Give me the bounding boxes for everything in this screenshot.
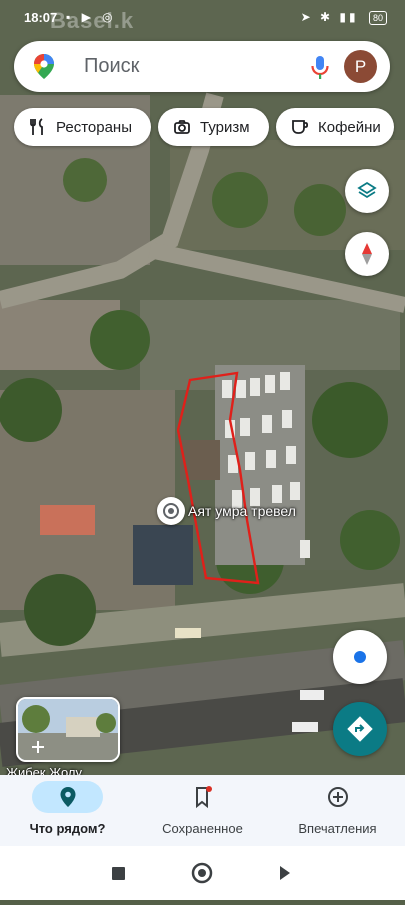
nav-saved[interactable]: Сохраненное xyxy=(135,775,270,846)
battery-icon: 80 xyxy=(368,11,387,25)
my-location-icon xyxy=(354,651,366,663)
street-view-image xyxy=(18,699,118,760)
notification-icons: ▪ ▶ ◎ xyxy=(66,10,117,24)
bottom-navigation: Что рядом? Сохраненное Впечатления xyxy=(0,775,405,846)
attraction-icon xyxy=(174,120,190,134)
nav-explore[interactable]: Что рядом? xyxy=(0,775,135,846)
chip-restaurants[interactable]: Рестораны xyxy=(14,108,151,146)
status-bar: Basel.k 18:07 ▪ ▶ ◎ ➤ ✱ ▮▮ 80 xyxy=(0,0,405,36)
nav-label: Что рядом? xyxy=(29,821,106,836)
compass-button[interactable] xyxy=(345,232,389,276)
google-maps-pin-icon xyxy=(34,54,54,79)
my-location-button[interactable] xyxy=(333,630,387,684)
layers-button[interactable] xyxy=(345,169,389,213)
microphone-icon[interactable] xyxy=(306,53,334,81)
directions-button[interactable] xyxy=(333,702,387,756)
status-time: 18:07 xyxy=(24,10,58,25)
compass-icon xyxy=(362,243,372,265)
system-status-icons: ➤ ✱ ▮▮ 80 xyxy=(301,10,387,25)
place-marker[interactable] xyxy=(157,497,185,525)
chip-coffee[interactable]: Кофейни xyxy=(276,108,394,146)
recents-button[interactable] xyxy=(112,867,125,880)
system-navigation-bar xyxy=(0,846,405,900)
chip-label: Туризм xyxy=(200,118,250,136)
back-button[interactable] xyxy=(280,866,290,880)
search-bar[interactable]: Поиск P xyxy=(14,41,390,92)
nav-label: Впечатления xyxy=(298,821,377,836)
explore-pin-icon xyxy=(60,787,76,807)
directions-icon xyxy=(347,716,373,742)
chip-label: Рестораны xyxy=(56,118,132,136)
layers-icon xyxy=(357,181,377,199)
coffee-icon xyxy=(292,120,309,134)
account-avatar[interactable]: P xyxy=(344,50,377,83)
bookmark-icon xyxy=(196,786,212,809)
add-circle-icon xyxy=(328,787,348,807)
chip-label: Кофейни xyxy=(318,118,381,136)
restaurant-icon xyxy=(30,118,43,135)
nav-contribute[interactable]: Впечатления xyxy=(270,775,405,846)
nav-label: Сохраненное xyxy=(162,821,243,836)
street-view-thumbnail[interactable] xyxy=(16,697,120,762)
location-pin-icon xyxy=(163,503,179,519)
search-input[interactable]: Поиск xyxy=(84,55,139,78)
chip-tourism[interactable]: Туризм xyxy=(158,108,269,146)
place-label[interactable]: Аят умра тревел xyxy=(188,503,296,519)
